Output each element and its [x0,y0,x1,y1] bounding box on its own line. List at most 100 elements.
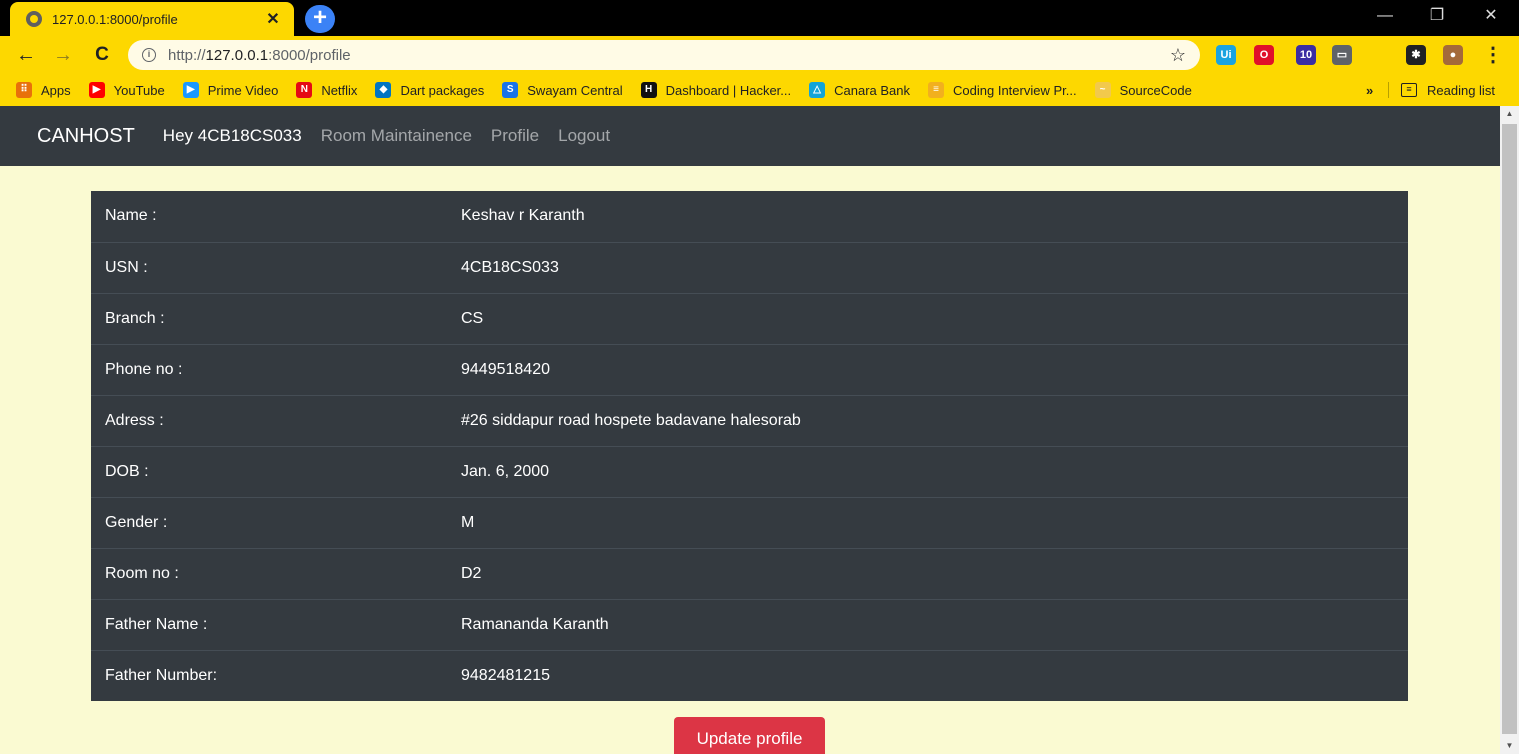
sourcecode-icon: ~ [1094,82,1111,98]
profile-field-value: M [447,496,1408,548]
bookmarks-bar: ⠿ Apps ▶ YouTube ▶ Prime Video N Netflix ◆ Dart p… [0,74,1519,106]
graduation-extension-icon[interactable]: 10 [1296,45,1316,65]
profile-field-label: Adress : [91,394,447,446]
bookmark-label: Netflix [321,82,358,98]
bookmark-item[interactable]: ~ SourceCode [1094,82,1192,98]
profile-row: Adress : #26 siddapur road hospete badava… [91,394,1408,446]
browser-menu-icon[interactable]: ⋮ [1480,42,1506,68]
bookmark-star-icon[interactable]: ☆ [1170,45,1186,66]
bookmarks-overflow-icon[interactable]: » [1366,74,1373,106]
reload-icon[interactable]: C [89,42,115,68]
page-content: CANHOST Hey 4CB18CS033 Room Maintainence… [0,106,1500,754]
profile-field-label: DOB : [91,445,447,497]
address-bar[interactable]: i http://127.0.0.1:8000/profile ☆ [128,40,1200,70]
hackerrank-icon: H [640,82,657,98]
bookmark-item[interactable]: △ Canara Bank [809,82,910,98]
bookmark-label: Prime Video [207,82,279,98]
bookmarks-divider [1388,82,1389,98]
swayam-icon: S [502,82,519,98]
reading-list-button[interactable]: ≡ Reading list [1401,74,1495,106]
scroll-down-arrow-icon[interactable]: ▼ [1500,738,1519,754]
bookmark-label: SourceCode [1119,82,1192,98]
close-window-icon[interactable]: ✕ [1471,4,1511,28]
brand-logo[interactable]: CANHOST [37,125,135,148]
profile-field-value: Keshav r Karanth [461,207,585,225]
nav-logout[interactable]: Logout [558,126,610,146]
site-navbar: CANHOST Hey 4CB18CS033 Room Maintainence… [0,106,1500,166]
browser-toolbar: ← → C i http://127.0.0.1:8000/profile ☆ … [0,36,1519,74]
profile-field-label: Gender : [91,496,447,548]
bookmark-label: Dart packages [400,82,485,98]
reading-list-label: Reading list [1427,82,1495,98]
profile-field-label: USN : [91,241,447,293]
update-profile-button[interactable]: Update profile [674,717,825,754]
reading-list-icon: ≡ [1401,83,1417,97]
tab-title: 127.0.0.1:8000/profile [52,11,178,27]
site-info-icon[interactable]: i [142,48,156,62]
scroll-up-arrow-icon[interactable]: ▲ [1500,106,1519,122]
user-greeting[interactable]: Hey 4CB18CS033 [163,126,302,146]
bookmark-label: Swayam Central [527,82,623,98]
profile-avatar-icon[interactable]: ● [1443,45,1463,65]
profile-row: Name : Keshav r Karanth [91,191,1408,242]
nav-room-maintenance[interactable]: Room Maintainence [321,126,472,146]
profile-field-value: Ramananda Karanth [447,598,1408,650]
profile-field-value: 9449518420 [447,343,1408,395]
profile-row: DOB : Jan. 6, 2000 [91,445,1408,497]
bookmark-item[interactable]: ⠿ Apps [16,82,71,98]
profile-field-value: CS [447,292,1408,344]
bookmark-label: Canara Bank [834,82,911,98]
canara-bank-icon: △ [809,82,826,98]
bookmark-item[interactable]: S Swayam Central [502,82,623,98]
bookmark-item[interactable]: ◆ Dart packages [375,82,484,98]
uipath-extension-icon[interactable]: Ui [1216,45,1236,65]
profile-row: Room no : D2 [91,547,1408,599]
page-scrollbar[interactable]: ▲ ▼ [1500,106,1519,754]
profile-field-label: Phone no : [91,343,447,395]
close-tab-icon[interactable]: ✕ [264,9,282,29]
profile-field-value: D2 [447,547,1408,599]
profile-field-label: Name : [105,207,157,225]
restore-icon[interactable]: ❐ [1417,4,1457,28]
scrollbar-thumb[interactable] [1502,124,1517,734]
profile-field-label: Room no : [91,547,447,599]
profile-field-label: Branch : [91,292,447,344]
bookmark-label: YouTube [113,82,165,98]
minimize-icon[interactable]: — [1365,4,1405,28]
cast-extension-icon[interactable]: ▭ [1332,45,1352,65]
coding-interview-icon: ≡ [928,82,945,98]
profile-row: Phone no :9449518420 [91,343,1408,395]
profile-field-value: Jan. 6, 2000 [447,445,1408,497]
profile-field-label: Father Number: [91,649,447,701]
netflix-icon: N [296,82,313,98]
prime-video-icon: ▶ [182,82,199,98]
browser-title-bar: 127.0.0.1:8000/profile ✕ + — ❐ ✕ [0,0,1519,36]
profile-row: Branch : CS [91,292,1408,344]
bookmark-label: Apps [41,82,71,98]
apps-grid-icon: ⠿ [16,82,32,98]
new-tab-button[interactable]: + [305,5,335,33]
nav-profile[interactable]: Profile [491,126,539,146]
profile-field-value: 9482481215 [447,649,1408,701]
profile-field-value: #26 siddapur road hospete badavane hales… [447,394,1408,446]
url-text[interactable]: http://127.0.0.1:8000/profile [168,47,1170,64]
forward-arrow-icon[interactable]: → [50,42,76,68]
back-arrow-icon[interactable]: ← [13,42,39,68]
bookmark-label: Coding Interview Pr... [953,82,1077,98]
bookmark-item[interactable]: H Dashboard | Hacker... [640,82,792,98]
bookmark-item[interactable]: ▶ Prime Video [182,82,279,98]
profile-field-label: Father Name : [91,598,447,650]
profile-row: Father Number: 9482481215 [91,649,1408,701]
bookmark-label: Dashboard | Hacker... [665,82,792,98]
profile-row: Father Name : Ramananda Karanth [91,598,1408,650]
profile-field-value: 4CB18CS033 [447,241,1408,293]
profile-row: USN :4CB18CS033 [91,241,1408,293]
browser-tab[interactable]: 127.0.0.1:8000/profile ✕ [10,2,294,36]
profile-table: Name : Keshav r Karanth USN :4CB18CS033 Bra… [91,191,1408,701]
globe-icon [26,11,42,27]
puzzle-extension-icon[interactable]: ✱ [1406,45,1426,65]
bookmark-item[interactable]: ≡ Coding Interview Pr... [928,82,1077,98]
opera-extension-icon[interactable]: O [1254,45,1274,65]
bookmark-item[interactable]: N Netflix [296,82,357,98]
bookmark-item[interactable]: ▶ YouTube [88,82,165,98]
